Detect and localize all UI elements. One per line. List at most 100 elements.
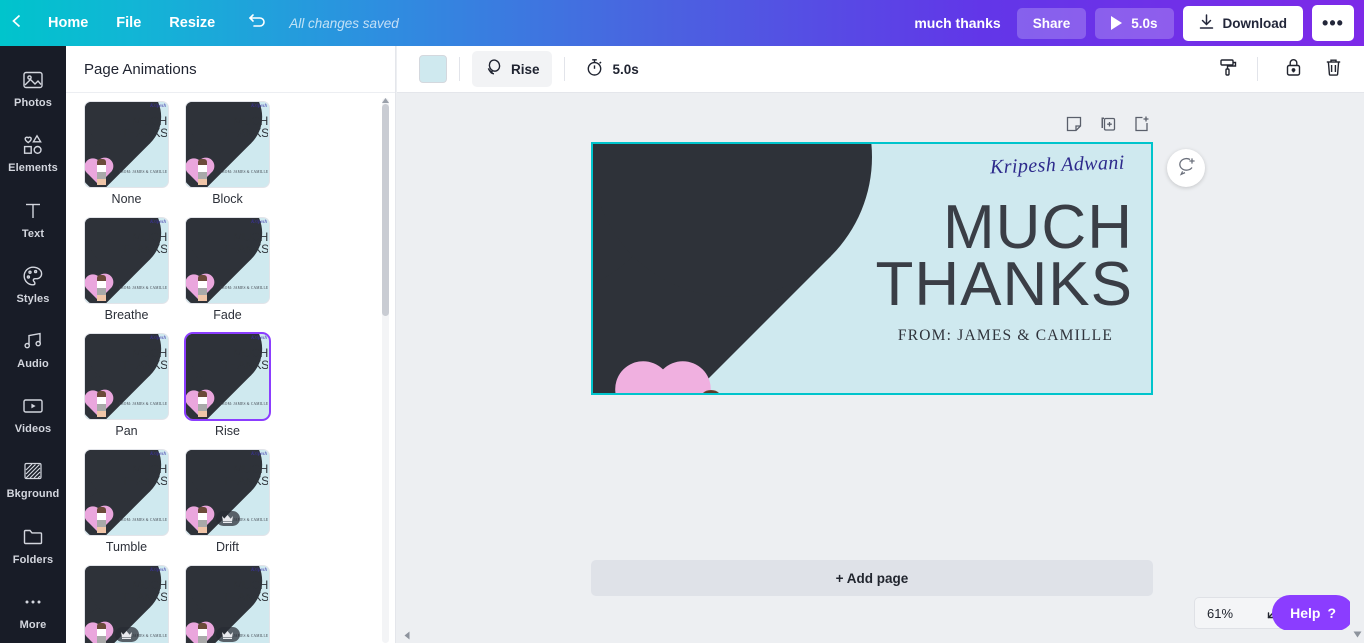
add-comment-button[interactable] xyxy=(1167,149,1205,187)
thumb-from-text: FROM: JAMES & CAMILLE xyxy=(119,170,167,174)
sidebar-label-photos: Photos xyxy=(14,97,52,110)
animate-button[interactable]: Rise xyxy=(472,51,552,87)
thumb-headline: MUCH THANKS xyxy=(121,464,167,487)
animation-thumbnail[interactable]: Kripesh MUCH THANKS FROM: JAMES & CAMILLE xyxy=(186,218,269,303)
thumb-woman xyxy=(97,507,106,533)
page-animations-panel: Page Animations Kripesh MUCH THANKS FROM: J… xyxy=(66,46,396,643)
share-button[interactable]: Share xyxy=(1016,7,1087,39)
thumb-headline: MUCH THANKS xyxy=(222,464,268,487)
animate-label: Rise xyxy=(511,61,540,77)
document-title[interactable]: much thanks xyxy=(914,15,1000,31)
from-text[interactable]: FROM: JAMES & CAMILLE xyxy=(898,327,1113,345)
save-status: All changes saved xyxy=(289,15,399,31)
file-menu[interactable]: File xyxy=(102,9,155,37)
folder-icon xyxy=(22,525,44,549)
panel-scrollbar[interactable] xyxy=(382,98,389,643)
sidebar-item-bkground[interactable]: Bkground xyxy=(0,447,66,512)
duration-button[interactable]: 5.0s xyxy=(577,51,647,87)
woman-illustration[interactable] xyxy=(688,383,734,395)
thumb-signature: Kripesh xyxy=(150,220,166,225)
stopwatch-icon xyxy=(585,58,604,80)
animation-thumbnail[interactable]: Kripesh MUCH THANKS FROM: JAMES & CAMILLE xyxy=(186,450,269,535)
thumb-from-text: FROM: JAMES & CAMILLE xyxy=(119,518,167,522)
sidebar-label-folders: Folders xyxy=(12,553,54,566)
thumb-signature: Kripesh xyxy=(150,104,166,109)
lock-button[interactable] xyxy=(1276,52,1310,86)
more-dots-icon xyxy=(22,590,44,614)
download-label: Download xyxy=(1222,15,1288,31)
animation-thumbnail[interactable]: Kripesh MUCH THANKS FROM: JAMES & CAMILLE xyxy=(186,566,269,643)
animation-thumbnail[interactable]: Kripesh MUCH THANKS FROM: JAMES & CAMILLE xyxy=(85,334,168,419)
animation-thumbnail[interactable]: Kripesh MUCH THANKS FROM: JAMES & CAMILLE xyxy=(85,450,168,535)
thumb-from-text: FROM: JAMES & CAMILLE xyxy=(220,402,268,406)
sidebar-item-photos[interactable]: Photos xyxy=(0,56,66,121)
delete-button[interactable] xyxy=(1316,52,1350,86)
help-button[interactable]: Help ? xyxy=(1272,595,1354,631)
toolbar-divider-3 xyxy=(1257,57,1258,81)
horizontal-scrollbar[interactable] xyxy=(397,630,1349,643)
page-color-swatch[interactable] xyxy=(419,55,447,83)
add-page-icon[interactable] xyxy=(1133,115,1151,138)
scroll-up-arrow[interactable] xyxy=(381,92,390,103)
back-button[interactable] xyxy=(0,0,34,46)
preview-play-button[interactable]: 5.0s xyxy=(1095,7,1174,39)
duplicate-page-icon[interactable] xyxy=(1099,115,1117,138)
download-button[interactable]: Download xyxy=(1182,5,1303,41)
animation-cell: Kripesh MUCH THANKS FROM: JAMES & CAMILLE Ri… xyxy=(182,334,273,438)
animation-cell: Kripesh MUCH THANKS FROM: JAMES & CAMILLE Pa… xyxy=(81,334,172,438)
animation-cell: Kripesh MUCH THANKS FROM: JAMES & CAMILLE Dr… xyxy=(182,450,273,554)
panel-title: Page Animations xyxy=(66,46,395,93)
resize-menu[interactable]: Resize xyxy=(155,9,229,37)
thumb-headline: MUCH THANKS xyxy=(121,348,167,371)
animation-thumbnail[interactable]: Kripesh MUCH THANKS FROM: JAMES & CAMILLE xyxy=(85,566,168,643)
thumb-woman xyxy=(198,275,207,301)
headline-text[interactable]: MUCH THANKS xyxy=(876,197,1133,316)
animation-thumbnail[interactable]: Kripesh MUCH THANKS FROM: JAMES & CAMILLE xyxy=(85,218,168,303)
undo-button[interactable] xyxy=(239,0,277,46)
page-note-icon[interactable] xyxy=(1065,115,1083,138)
sidebar-item-elements[interactable]: Elements xyxy=(0,121,66,186)
thumb-woman xyxy=(97,391,106,417)
thumb-from-text: FROM: JAMES & CAMILLE xyxy=(220,170,268,174)
sidebar-item-text[interactable]: Text xyxy=(0,186,66,251)
canvas-area: Kripesh Adwani MUCH THANKS FROM: JAMES &… xyxy=(397,93,1364,643)
thumb-from-text: FROM: JAMES & CAMILLE xyxy=(119,402,167,406)
signature-text[interactable]: Kripesh Adwani xyxy=(990,152,1125,180)
sidebar-label-styles: Styles xyxy=(16,292,50,305)
thumb-headline: MUCH THANKS xyxy=(222,348,268,371)
play-triangle-icon xyxy=(1111,16,1123,30)
scrollbar-thumb[interactable] xyxy=(382,104,389,316)
add-page-button[interactable]: + Add page xyxy=(591,560,1153,596)
pro-crown-badge xyxy=(215,627,240,642)
more-options-button[interactable]: ••• xyxy=(1312,5,1354,41)
vertical-scrollbar[interactable] xyxy=(1350,93,1364,643)
animation-grid: Kripesh MUCH THANKS FROM: JAMES & CAMILLE No… xyxy=(76,102,376,643)
sidebar-item-more[interactable]: More xyxy=(0,578,66,643)
sidebar-item-folders[interactable]: Folders xyxy=(0,513,66,578)
vscroll-down-arrow[interactable] xyxy=(1353,631,1362,640)
sidebar-item-audio[interactable]: Audio xyxy=(0,317,66,382)
editor-toolbar: Rise 5.0s xyxy=(397,46,1364,93)
animation-thumbnail[interactable]: Kripesh MUCH THANKS FROM: JAMES & CAMILLE xyxy=(186,334,269,419)
styles-palette-icon xyxy=(22,264,44,288)
panel-body: Kripesh MUCH THANKS FROM: JAMES & CAMILLE No… xyxy=(66,94,396,643)
download-arrow-icon xyxy=(1199,13,1214,33)
home-menu[interactable]: Home xyxy=(34,9,102,37)
design-page[interactable]: Kripesh Adwani MUCH THANKS FROM: JAMES &… xyxy=(591,142,1153,395)
toolbar-divider xyxy=(459,57,460,81)
sidebar-item-videos[interactable]: Videos xyxy=(0,382,66,447)
zoom-level-value: 61% xyxy=(1207,605,1234,621)
sidebar-label-text: Text xyxy=(21,227,45,240)
thumb-signature: Kripesh xyxy=(251,336,267,341)
animation-label: Fade xyxy=(213,308,242,322)
design-card[interactable]: Kripesh Adwani MUCH THANKS FROM: JAMES &… xyxy=(591,142,1153,395)
animation-thumbnail[interactable]: Kripesh MUCH THANKS FROM: JAMES & CAMILLE xyxy=(186,102,269,187)
animation-thumbnail[interactable]: Kripesh MUCH THANKS FROM: JAMES & CAMILLE xyxy=(85,102,168,187)
duration-value: 5.0s xyxy=(612,61,639,77)
animation-rings-icon xyxy=(484,58,503,80)
hscroll-left-arrow[interactable] xyxy=(397,631,417,642)
copy-style-button[interactable] xyxy=(1211,52,1245,86)
sidebar-item-styles[interactable]: Styles xyxy=(0,252,66,317)
dark-heart-shape[interactable] xyxy=(593,144,831,393)
lock-icon xyxy=(1284,57,1303,82)
